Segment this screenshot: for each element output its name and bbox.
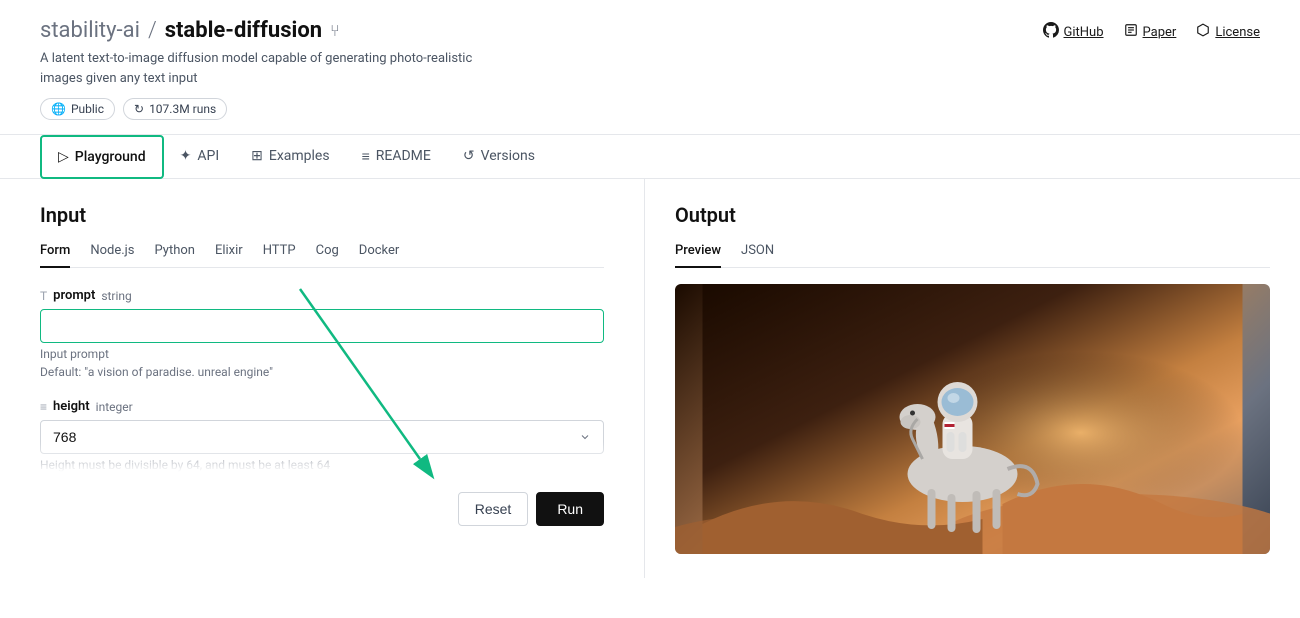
- license-label: License: [1215, 25, 1260, 40]
- tab-api[interactable]: ✦ API: [164, 136, 236, 178]
- header: stability-ai / stable-diffusion ⑂ A late…: [0, 0, 1300, 135]
- versions-icon: ↺: [463, 148, 475, 164]
- output-image-svg: [675, 284, 1270, 554]
- sub-tab-nodejs[interactable]: Node.js: [90, 243, 134, 268]
- sub-tab-python[interactable]: Python: [155, 243, 195, 268]
- output-title: Output: [675, 203, 1270, 227]
- reset-button[interactable]: Reset: [458, 492, 529, 526]
- sub-tab-elixir[interactable]: Elixir: [215, 243, 243, 268]
- license-icon: [1196, 23, 1210, 41]
- sub-tab-http[interactable]: HTTP: [263, 243, 296, 268]
- prompt-hint2: Default: "a vision of paradise. unreal e…: [40, 365, 604, 379]
- github-link[interactable]: GitHub: [1043, 22, 1104, 42]
- main-content: Input Form Node.js Python Elixir HTTP Co…: [0, 179, 1300, 578]
- prompt-name: prompt: [53, 288, 95, 303]
- prompt-field-group: T prompt string Input prompt Default: "a…: [40, 288, 604, 379]
- prompt-hint1: Input prompt: [40, 347, 604, 361]
- paper-link[interactable]: Paper: [1124, 23, 1177, 41]
- sub-tab-docker[interactable]: Docker: [359, 243, 400, 268]
- input-title: Input: [40, 203, 604, 227]
- api-icon: ✦: [180, 148, 192, 164]
- prompt-input[interactable]: [40, 309, 604, 343]
- tab-readme[interactable]: ≡ README: [346, 136, 447, 179]
- github-icon: [1043, 22, 1059, 42]
- output-panel: Output Preview JSON: [645, 179, 1300, 578]
- license-link[interactable]: License: [1196, 23, 1260, 41]
- prompt-type: string: [101, 289, 131, 303]
- prompt-type-icon: T: [40, 289, 47, 303]
- output-tab-preview[interactable]: Preview: [675, 243, 721, 268]
- height-name: height: [53, 399, 90, 414]
- paper-icon: [1124, 23, 1138, 41]
- fork-icon[interactable]: ⑂: [330, 21, 340, 40]
- height-label: ≡ height integer: [40, 399, 604, 414]
- playground-icon: ▷: [58, 149, 69, 165]
- badge-runs-label: 107.3M runs: [149, 102, 216, 116]
- tab-versions[interactable]: ↺ Versions: [447, 136, 551, 178]
- repo-separator: /: [148, 18, 157, 43]
- tab-playground[interactable]: ▷ Playground: [40, 135, 164, 179]
- repo-org: stability-ai: [40, 18, 140, 43]
- height-field-group: ≡ height integer 768 512 256 1024 Height…: [40, 399, 604, 472]
- height-type-icon: ≡: [40, 400, 47, 414]
- badge-public[interactable]: 🌐 Public: [40, 98, 115, 120]
- repo-title: stability-ai / stable-diffusion ⑂: [40, 18, 472, 43]
- badge-public-label: Public: [71, 102, 104, 116]
- input-sub-tabs: Form Node.js Python Elixir HTTP Cog Dock…: [40, 243, 604, 268]
- height-type: integer: [96, 400, 133, 414]
- input-panel: Input Form Node.js Python Elixir HTTP Co…: [0, 179, 645, 578]
- page-wrapper: stability-ai / stable-diffusion ⑂ A late…: [0, 0, 1300, 578]
- tab-examples-label: Examples: [269, 148, 330, 164]
- tabs-bar: ▷ Playground ✦ API ⊞ Examples ≡ README ↺…: [0, 135, 1300, 179]
- tab-api-label: API: [197, 148, 219, 164]
- run-button[interactable]: Run: [536, 492, 604, 526]
- output-image: [675, 284, 1270, 554]
- header-right: GitHub Paper License: [1043, 18, 1260, 42]
- tab-playground-label: Playground: [75, 149, 146, 165]
- sub-tab-form[interactable]: Form: [40, 243, 70, 268]
- repo-name: stable-diffusion: [165, 18, 322, 43]
- tab-versions-label: Versions: [481, 148, 535, 164]
- repo-description: A latent text-to-image diffusion model c…: [40, 49, 472, 88]
- prompt-label: T prompt string: [40, 288, 604, 303]
- action-buttons: Reset Run: [40, 492, 604, 526]
- header-left: stability-ai / stable-diffusion ⑂ A late…: [40, 18, 472, 120]
- height-hint: Height must be divisible by 64, and must…: [40, 458, 604, 472]
- examples-icon: ⊞: [251, 148, 263, 164]
- globe-icon: 🌐: [51, 102, 66, 116]
- badges: 🌐 Public ↻ 107.3M runs: [40, 98, 472, 120]
- badge-runs[interactable]: ↻ 107.3M runs: [123, 98, 227, 120]
- height-select[interactable]: 768 512 256 1024: [40, 420, 604, 454]
- tab-readme-label: README: [376, 148, 431, 164]
- readme-icon: ≡: [362, 148, 370, 165]
- github-label: GitHub: [1064, 25, 1104, 40]
- output-tab-json[interactable]: JSON: [741, 243, 774, 268]
- runs-icon: ↻: [134, 102, 144, 116]
- sub-tab-cog[interactable]: Cog: [316, 243, 339, 268]
- tab-examples[interactable]: ⊞ Examples: [235, 136, 345, 178]
- paper-label: Paper: [1143, 25, 1177, 40]
- output-sub-tabs: Preview JSON: [675, 243, 1270, 268]
